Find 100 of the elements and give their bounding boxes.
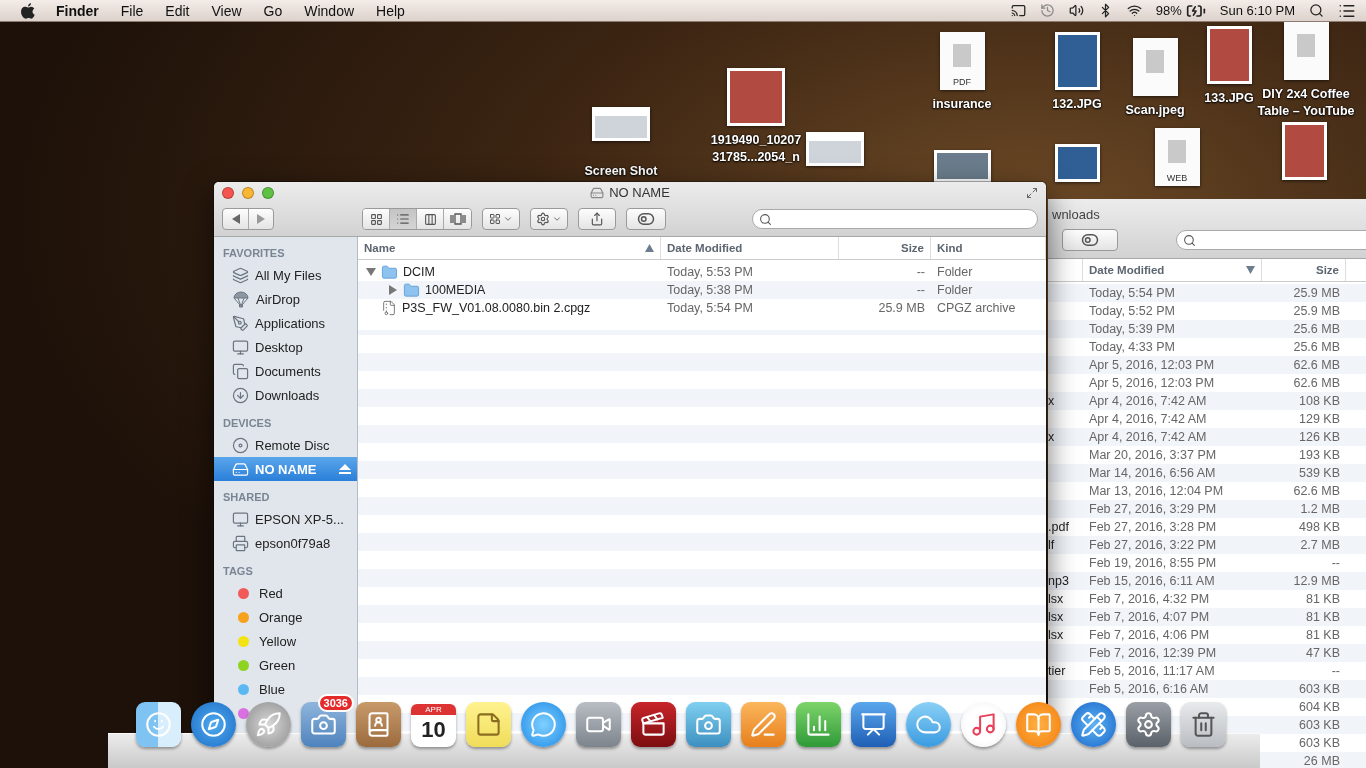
file-name[interactable]: Scan.jpeg xyxy=(1125,102,1185,119)
sidebar-label: Applications xyxy=(255,315,326,331)
smiling-face-icon[interactable] xyxy=(136,702,181,747)
download-icon xyxy=(232,386,249,404)
document-icon[interactable] xyxy=(1283,22,1329,80)
wifi-icon[interactable] xyxy=(1126,3,1142,18)
sidebar-item[interactable]: Desktop xyxy=(214,335,357,359)
menu-item[interactable]: File xyxy=(120,2,144,19)
file-name[interactable]: Screen Shot xyxy=(584,163,658,180)
pen-on-paper-icon[interactable] xyxy=(741,702,786,747)
sidebar-item[interactable]: All My Files xyxy=(214,263,357,287)
navigation-buttons[interactable] xyxy=(222,208,274,230)
documents-icon xyxy=(232,362,249,380)
file-name[interactable]: 133.JPG xyxy=(1204,90,1254,107)
notepad-icon[interactable] xyxy=(466,702,511,747)
photo-thumbnail[interactable] xyxy=(727,68,785,126)
bar-chart-icon[interactable] xyxy=(796,702,841,747)
menu-item[interactable]: Finder xyxy=(56,2,99,19)
zoom-button[interactable] xyxy=(262,187,274,199)
close-button[interactable] xyxy=(222,187,234,199)
file-type-label: WEB xyxy=(1164,173,1190,183)
gear-icon[interactable] xyxy=(1126,702,1171,747)
sidebar-item[interactable]: Remote Disc xyxy=(214,433,357,457)
file-name[interactable]: 132.JPG xyxy=(1052,96,1102,113)
disclosure-triangle-icon[interactable] xyxy=(366,267,376,277)
file-name: 100MEDIA xyxy=(425,283,486,297)
clock[interactable]: Sun 6:10 PM xyxy=(1219,3,1295,18)
menu-item[interactable]: Window xyxy=(304,2,355,19)
sidebar-item[interactable]: epson0f79a8 xyxy=(214,531,357,555)
volume-icon[interactable] xyxy=(1068,3,1084,18)
sidebar-item[interactable]: Documents xyxy=(214,359,357,383)
menu-item[interactable]: Edit xyxy=(165,2,190,19)
photo-thumbnail[interactable] xyxy=(1281,122,1327,180)
document-icon[interactable] xyxy=(1132,38,1178,96)
address-book-icon[interactable] xyxy=(356,702,401,747)
photo-thumbnail[interactable] xyxy=(933,150,991,182)
presentation-icon[interactable] xyxy=(851,702,896,747)
view-mode-button[interactable] xyxy=(390,209,417,229)
tag-button[interactable] xyxy=(1062,229,1118,251)
document-icon[interactable]: PDF xyxy=(939,32,985,90)
file-name[interactable]: 1919490_10207 xyxy=(710,132,802,149)
trash-icon[interactable] xyxy=(1181,702,1226,747)
sidebar-item[interactable]: Red xyxy=(214,581,357,605)
eject-icon[interactable] xyxy=(339,464,351,474)
search-field[interactable] xyxy=(752,209,1038,229)
menu-item[interactable]: Help xyxy=(376,2,405,19)
camera-icon[interactable] xyxy=(686,702,731,747)
sidebar-item[interactable]: Downloads xyxy=(214,383,357,407)
column-header[interactable]: Date Modified xyxy=(661,237,839,259)
share-button[interactable] xyxy=(578,208,616,230)
airplay-icon[interactable] xyxy=(1010,3,1026,18)
file-name: P3S_FW_V01.08.0080.bin 2.cpgz xyxy=(402,301,591,315)
battery-percent[interactable]: 98% xyxy=(1155,3,1182,18)
file-name[interactable]: insurance xyxy=(932,96,992,113)
sidebar-label: Blue xyxy=(259,681,286,697)
sidebar-item[interactable]: Orange xyxy=(214,605,357,629)
disclosure-triangle-icon[interactable] xyxy=(388,285,398,295)
apple-logo-icon[interactable] xyxy=(20,1,36,20)
file-name[interactable]: 31785...2054_n xyxy=(712,149,800,166)
menu-item[interactable]: View xyxy=(211,2,242,19)
screenshot-thumbnail[interactable] xyxy=(806,132,864,166)
column-header[interactable]: Size xyxy=(839,237,931,259)
view-mode-button[interactable] xyxy=(417,209,444,229)
document-icon[interactable]: WEB xyxy=(1154,128,1200,186)
table-cell: 81 KB xyxy=(1305,610,1340,624)
screenshot-thumbnail[interactable] xyxy=(592,107,650,141)
action-button[interactable] xyxy=(530,208,568,230)
column-header[interactable]: Size xyxy=(1262,259,1346,281)
clapperboard-icon[interactable] xyxy=(631,702,676,747)
column-header[interactable]: Name xyxy=(358,237,661,259)
video-camera-icon[interactable] xyxy=(576,702,621,747)
file-row[interactable]: 100MEDIA Today, 5:38 PM -- Folder xyxy=(358,281,1046,299)
sidebar-item[interactable]: EPSON XP-5... xyxy=(214,507,357,531)
photo-thumbnail[interactable] xyxy=(1054,32,1100,90)
photo-thumbnail[interactable] xyxy=(1206,26,1252,84)
column-header[interactable]: Kind xyxy=(931,237,1046,259)
calendar-icon[interactable]: APR 10 xyxy=(411,702,456,747)
photo-thumbnail[interactable] xyxy=(1054,144,1100,182)
arrange-button[interactable] xyxy=(482,208,520,230)
sidebar-item[interactable]: Applications xyxy=(214,311,357,335)
clock-arrow-icon[interactable] xyxy=(1039,3,1055,18)
menu-item[interactable]: Go xyxy=(263,2,283,19)
sidebar-item[interactable]: Yellow xyxy=(214,629,357,653)
tag-button[interactable] xyxy=(626,208,666,230)
table-cell: x xyxy=(1048,430,1055,444)
file-name: DCIM xyxy=(403,265,435,279)
view-mode-control[interactable] xyxy=(362,208,472,230)
table-cell: Today, 5:39 PM xyxy=(1089,322,1175,336)
view-mode-button[interactable] xyxy=(444,209,471,229)
sidebar-item[interactable]: AirDrop xyxy=(214,287,357,311)
search-icon[interactable] xyxy=(1309,3,1324,18)
view-mode-button[interactable] xyxy=(363,209,390,229)
search-field[interactable] xyxy=(1175,230,1366,250)
table-cell: Today, 5:54 PM xyxy=(1089,286,1175,300)
sidebar-item[interactable]: Green xyxy=(214,653,357,677)
file-name[interactable]: DIY 2x4 Coffee xyxy=(1262,86,1350,103)
column-header[interactable]: Date Modified xyxy=(1083,259,1262,281)
table-cell: 62.6 MB xyxy=(1293,376,1340,390)
file-name[interactable]: Table – YouTube xyxy=(1257,103,1355,120)
fullscreen-icon[interactable] xyxy=(1026,187,1038,199)
